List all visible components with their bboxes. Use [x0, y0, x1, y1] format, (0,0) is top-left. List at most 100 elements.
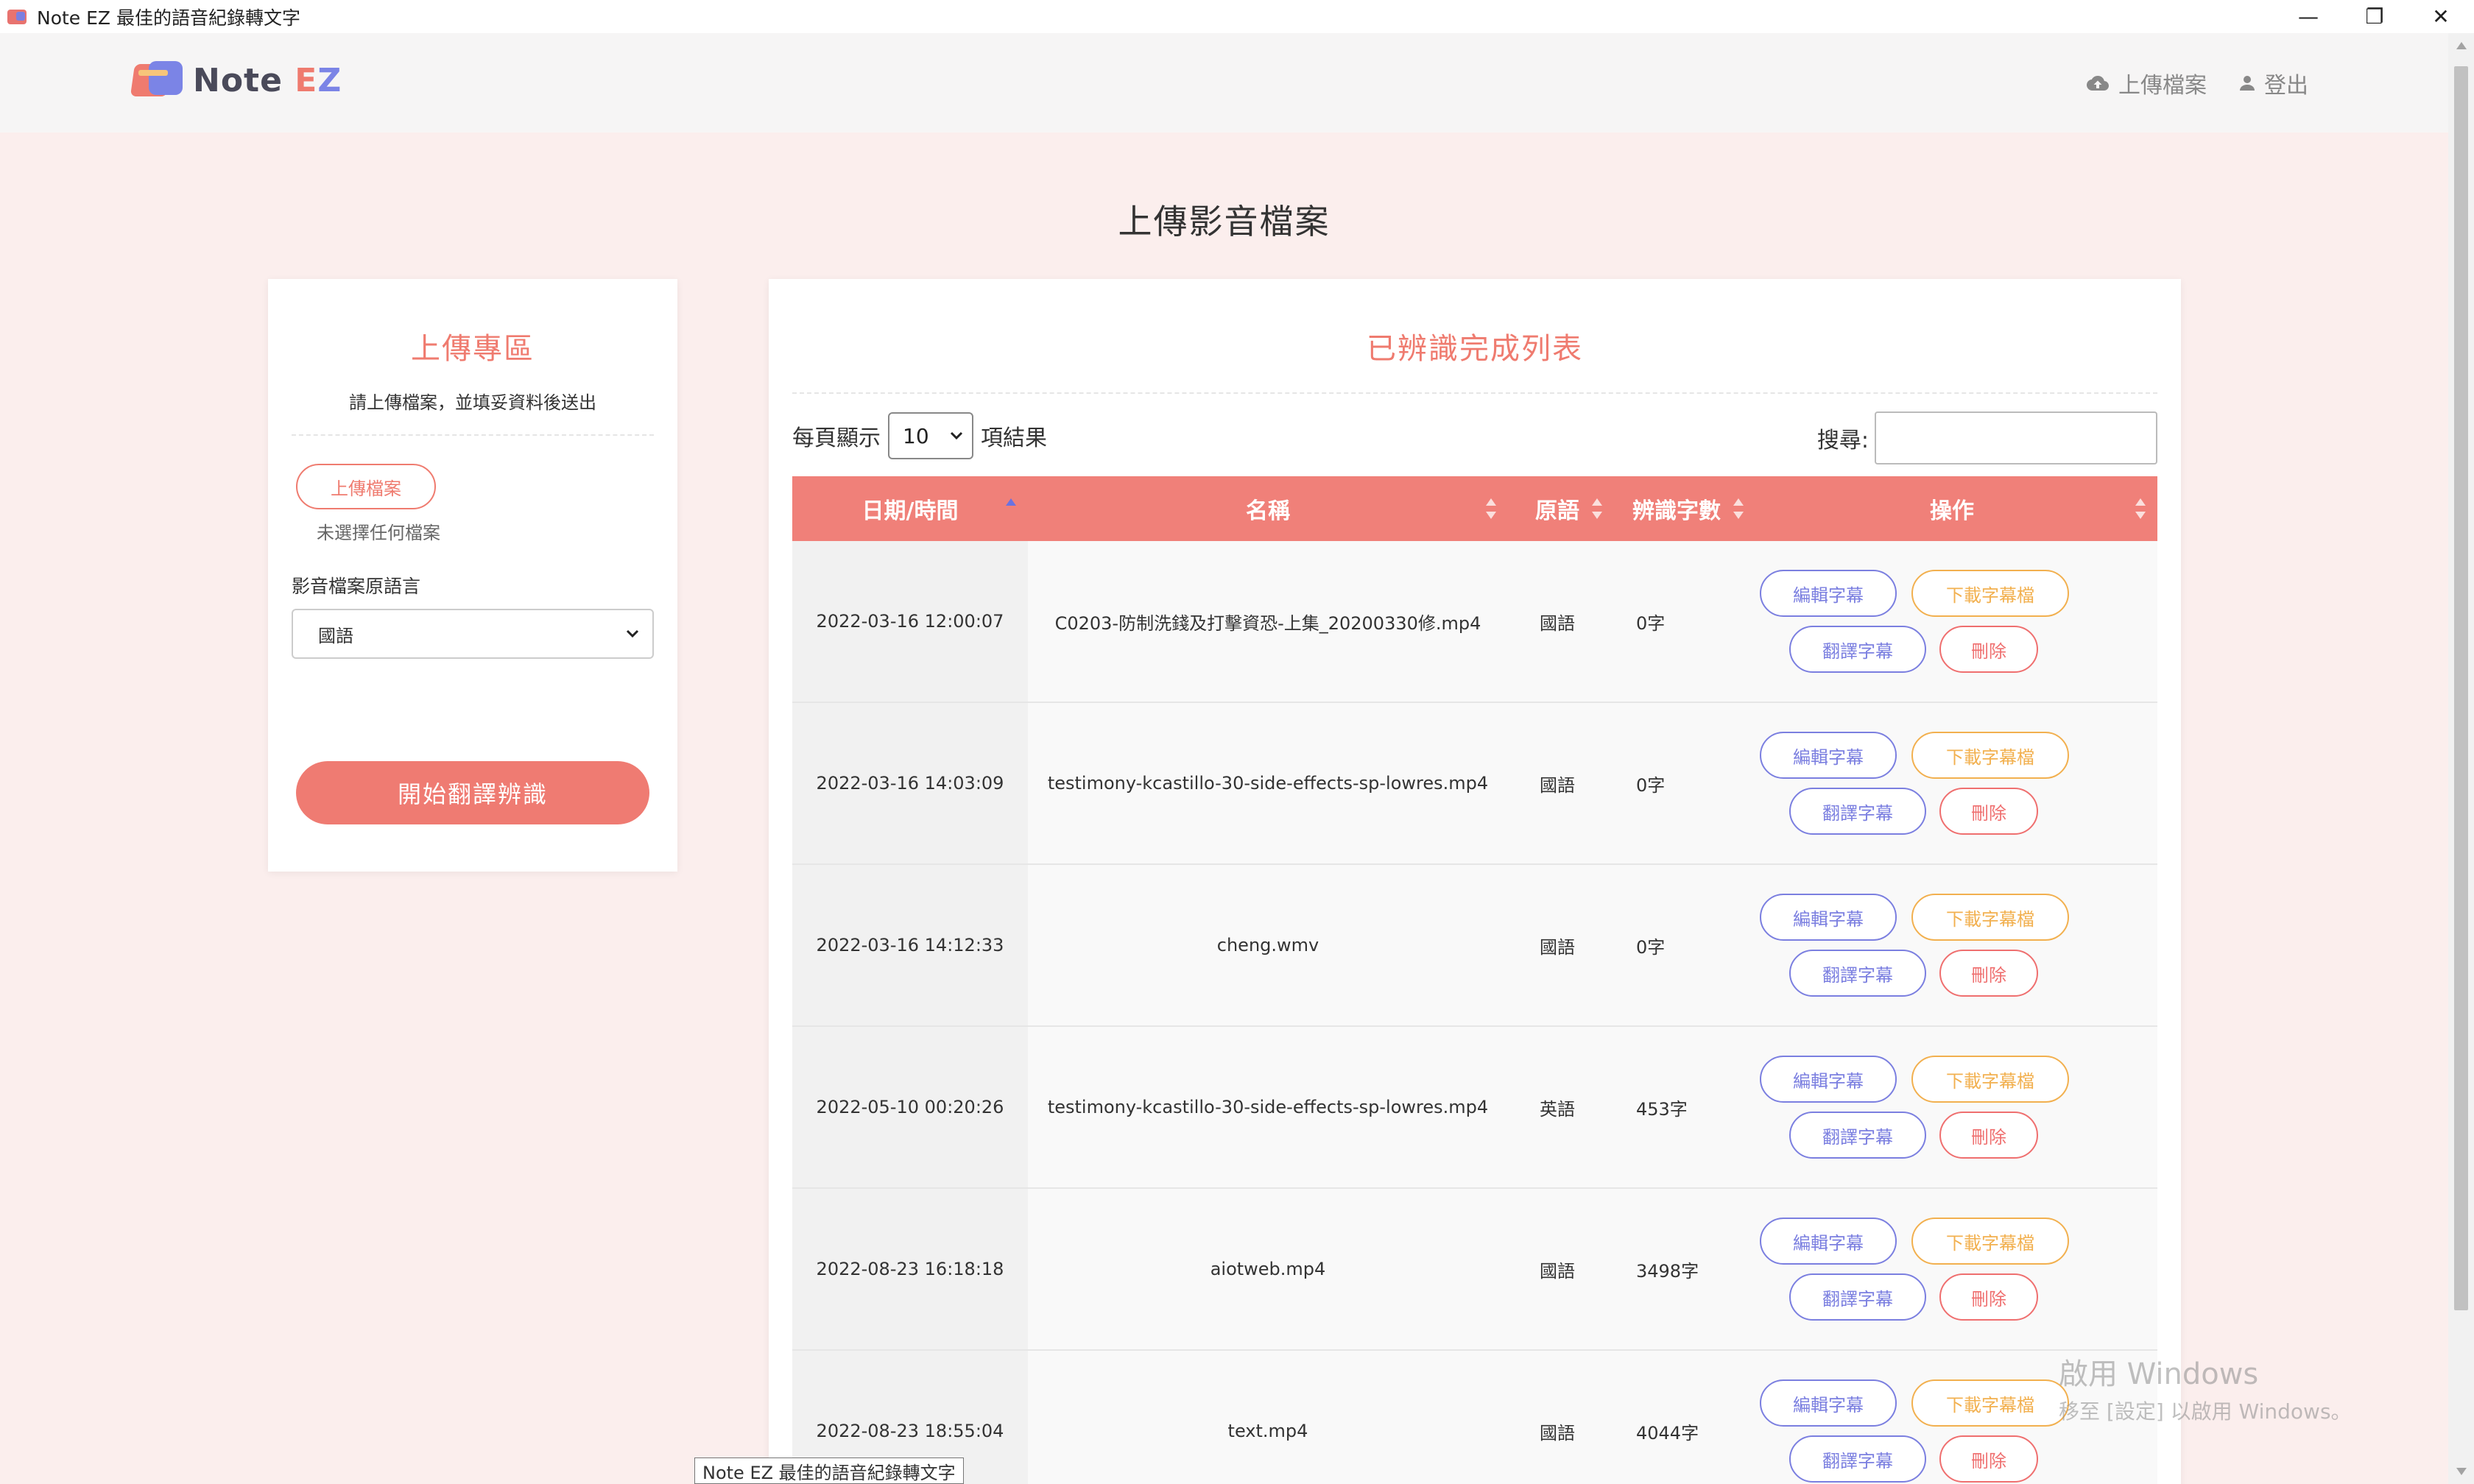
cell-word-count: 453字 — [1636, 1098, 1688, 1120]
cell-name: text.mp4 — [1227, 1421, 1308, 1441]
table-row: 2022-08-23 16:18:18 aiotweb.mp4 國語 3498字… — [792, 1189, 2157, 1351]
minimize-button[interactable]: — — [2275, 0, 2341, 33]
delete-button[interactable]: 刪除 — [1939, 1273, 2038, 1321]
edit-subtitle-button[interactable]: 編輯字幕 — [1760, 732, 1897, 779]
window-controls: — ❐ ✕ — [2275, 0, 2474, 33]
no-file-text: 未選擇任何檔案 — [317, 523, 440, 543]
per-page-value: 10 — [903, 423, 929, 448]
site-logo[interactable]: Note EZ — [130, 58, 342, 102]
nav-logout-label: 登出 — [2264, 73, 2308, 99]
download-subtitle-button[interactable]: 下載字幕檔 — [1911, 1056, 2069, 1103]
column-header-actions[interactable]: 操作 — [1747, 476, 2157, 541]
logo-mark-icon — [130, 58, 186, 102]
chevron-down-icon — [950, 431, 963, 440]
cell-date: 2022-03-16 14:12:33 — [792, 865, 1028, 1025]
edit-subtitle-button[interactable]: 編輯字幕 — [1760, 894, 1897, 941]
edit-subtitle-button[interactable]: 編輯字幕 — [1760, 1379, 1897, 1427]
download-subtitle-button[interactable]: 下載字幕檔 — [1911, 732, 2069, 779]
delete-button[interactable]: 刪除 — [1939, 950, 2038, 997]
app-logo-icon — [7, 9, 27, 24]
delete-button[interactable]: 刪除 — [1939, 1112, 2038, 1159]
table-controls: 每頁顯示 10 項結果 搜尋: — [792, 411, 2157, 464]
cell-word-count: 0字 — [1636, 774, 1666, 796]
cell-language: 國語 — [1540, 1422, 1575, 1444]
scroll-up-icon[interactable] — [2456, 42, 2467, 49]
search-input[interactable] — [1875, 411, 2157, 464]
delete-button[interactable]: 刪除 — [1939, 1435, 2038, 1483]
cell-date: 2022-08-23 16:18:18 — [792, 1189, 1028, 1349]
recognized-list-panel: 已辨識完成列表 每頁顯示 10 項結果 搜尋: 日期/時間 名稱 原語 辨識字數… — [769, 279, 2181, 1484]
sort-icon — [2135, 498, 2146, 519]
language-select[interactable]: 國語 — [292, 609, 654, 659]
table-row: 2022-05-10 00:20:26 testimony-kcastillo-… — [792, 1027, 2157, 1189]
table-row: 2022-03-16 14:12:33 cheng.wmv 國語 0字 編輯字幕… — [792, 865, 2157, 1027]
logo-text: Note EZ — [193, 61, 342, 99]
page-title: 上傳影音檔案 — [1118, 202, 1331, 241]
window-title: Note EZ 最佳的語音紀錄轉文字 — [37, 7, 300, 29]
list-panel-title: 已辨識完成列表 — [1367, 332, 1583, 366]
cell-name: testimony-kcastillo-30-side-effects-sp-l… — [1047, 1097, 1489, 1117]
column-header-language[interactable]: 原語 — [1508, 476, 1607, 541]
search-control: 搜尋: — [1817, 411, 2157, 464]
taskbar-tooltip: Note EZ 最佳的語音紀錄轉文字 — [694, 1458, 964, 1484]
cell-word-count: 4044字 — [1636, 1422, 1699, 1444]
table-header: 日期/時間 名稱 原語 辨識字數 操作 — [792, 476, 2157, 541]
header-nav: 上傳檔案 登出 — [2086, 67, 2308, 99]
delete-button[interactable]: 刪除 — [1939, 788, 2038, 835]
language-label: 影音檔案原語言 — [292, 576, 421, 597]
cell-actions: 編輯字幕 下載字幕檔 翻譯字幕 刪除 — [1747, 541, 2157, 702]
translate-subtitle-button[interactable]: 翻譯字幕 — [1789, 1273, 1926, 1321]
start-recognition-button[interactable]: 開始翻譯辨識 — [296, 761, 649, 824]
translate-subtitle-button[interactable]: 翻譯字幕 — [1789, 788, 1926, 835]
translate-subtitle-button[interactable]: 翻譯字幕 — [1789, 950, 1926, 997]
scroll-down-icon[interactable] — [2456, 1468, 2467, 1475]
sort-icon — [1592, 498, 1602, 519]
per-page-prefix: 每頁顯示 — [792, 425, 881, 451]
cell-language: 國語 — [1540, 1260, 1575, 1282]
per-page-suffix: 項結果 — [981, 425, 1047, 451]
translate-subtitle-button[interactable]: 翻譯字幕 — [1789, 626, 1926, 673]
nav-logout-link[interactable]: 登出 — [2239, 67, 2308, 99]
edit-subtitle-button[interactable]: 編輯字幕 — [1760, 570, 1897, 617]
download-subtitle-button[interactable]: 下載字幕檔 — [1911, 1218, 2069, 1265]
divider — [792, 392, 2157, 394]
cell-date: 2022-03-16 12:00:07 — [792, 541, 1028, 702]
language-select-value: 國語 — [318, 625, 353, 646]
table-row: 2022-03-16 12:00:07 C0203-防制洗錢及打擊資恐-上集_2… — [792, 541, 2157, 703]
cell-name: C0203-防制洗錢及打擊資恐-上集_20200330修.mp4 — [1054, 612, 1481, 634]
cell-actions: 編輯字幕 下載字幕檔 翻譯字幕 刪除 — [1747, 1189, 2157, 1349]
upload-panel: 上傳專區 請上傳檔案，並填妥資料後送出 上傳檔案 未選擇任何檔案 影音檔案原語言… — [268, 279, 677, 872]
per-page-select[interactable]: 10 — [888, 412, 973, 459]
site-header: Note EZ 上傳檔案 登出 — [0, 33, 2448, 132]
upload-file-button[interactable]: 上傳檔案 — [296, 464, 436, 509]
cell-language: 國語 — [1540, 936, 1575, 958]
column-header-word-count[interactable]: 辨識字數 — [1607, 476, 1747, 541]
edit-subtitle-button[interactable]: 編輯字幕 — [1760, 1218, 1897, 1265]
vertical-scrollbar[interactable] — [2448, 33, 2474, 1484]
translate-subtitle-button[interactable]: 翻譯字幕 — [1789, 1112, 1926, 1159]
download-subtitle-button[interactable]: 下載字幕檔 — [1911, 894, 2069, 941]
sort-ascending-icon — [1006, 498, 1016, 519]
cell-name: cheng.wmv — [1216, 935, 1319, 955]
cloud-upload-icon — [2087, 76, 2109, 91]
sort-icon — [1733, 498, 1744, 519]
scrollbar-thumb[interactable] — [2454, 66, 2468, 1310]
column-header-date[interactable]: 日期/時間 — [792, 476, 1028, 541]
recognized-files-table: 日期/時間 名稱 原語 辨識字數 操作 2022-03-16 12:00:07 … — [792, 476, 2157, 1484]
cell-date: 2022-03-16 14:03:09 — [792, 703, 1028, 863]
translate-subtitle-button[interactable]: 翻譯字幕 — [1789, 1435, 1926, 1483]
upload-panel-subtitle: 請上傳檔案，並填妥資料後送出 — [349, 392, 596, 413]
chevron-down-icon — [626, 629, 639, 638]
restore-button[interactable]: ❐ — [2341, 0, 2408, 33]
close-button[interactable]: ✕ — [2408, 0, 2474, 33]
watermark-line1: 啟用 Windows — [2059, 1357, 2259, 1391]
sort-icon — [1486, 498, 1496, 519]
edit-subtitle-button[interactable]: 編輯字幕 — [1760, 1056, 1897, 1103]
download-subtitle-button[interactable]: 下載字幕檔 — [1911, 570, 2069, 617]
column-header-name[interactable]: 名稱 — [1028, 476, 1508, 541]
nav-upload-link[interactable]: 上傳檔案 — [2086, 67, 2207, 99]
download-subtitle-button[interactable]: 下載字幕檔 — [1911, 1379, 2069, 1427]
delete-button[interactable]: 刪除 — [1939, 626, 2038, 673]
per-page-control: 每頁顯示 10 項結果 — [792, 411, 1047, 460]
cell-language: 英語 — [1540, 1098, 1575, 1120]
